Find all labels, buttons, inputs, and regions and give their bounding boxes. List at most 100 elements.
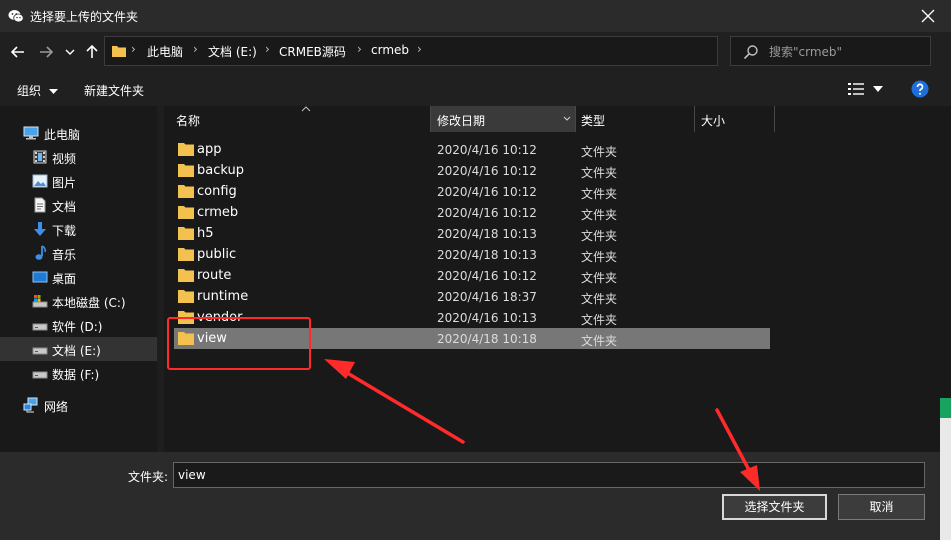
breadcrumb-crmeb[interactable]: crmeb	[371, 43, 409, 57]
sidebar-item-videos[interactable]: 视频	[0, 145, 157, 169]
file-modified: 2020/4/16 10:12	[437, 164, 537, 178]
breadcrumb-drive-e[interactable]: 文档 (E:)	[208, 43, 257, 60]
file-name: backup	[197, 163, 244, 178]
recent-locations-button[interactable]	[62, 42, 78, 62]
folder-name-input[interactable]	[173, 462, 925, 488]
wechat-icon	[8, 10, 24, 23]
file-type: 文件夹	[581, 292, 618, 306]
system-drive-icon	[32, 295, 48, 308]
file-type: 文件夹	[581, 208, 618, 222]
folder-icon	[178, 269, 194, 282]
picture-icon	[32, 174, 48, 188]
breadcrumb-crmeb-source[interactable]: CRMEB源码	[279, 43, 346, 60]
sidebar-item-label: 音乐	[52, 248, 77, 262]
sidebar-item-desktop[interactable]: 桌面	[0, 265, 157, 289]
sidebar-item-downloads[interactable]: 下载	[0, 217, 157, 241]
breadcrumb-separator[interactable]: ›	[357, 42, 362, 56]
column-header-name[interactable]: 名称	[170, 106, 430, 132]
close-button[interactable]	[905, 0, 951, 32]
table-row[interactable]: h5 2020/4/18 10:13 文件夹	[174, 223, 770, 244]
dialog-footer: 文件夹: 选择文件夹 取消	[0, 452, 951, 540]
file-modified: 2020/4/16 10:13	[437, 311, 537, 325]
background-window-edge	[940, 418, 951, 540]
folder-icon	[178, 185, 194, 198]
sidebar-item-drive-d[interactable]: 软件 (D:)	[0, 313, 157, 337]
video-icon	[33, 150, 47, 164]
column-filter-chevron-icon[interactable]	[563, 116, 571, 122]
table-row[interactable]: config 2020/4/16 10:12 文件夹	[174, 181, 770, 202]
column-header-modified[interactable]: 修改日期	[431, 106, 575, 132]
search-input[interactable]	[767, 41, 921, 63]
table-row[interactable]: crmeb 2020/4/16 10:12 文件夹	[174, 202, 770, 223]
caret-down-icon	[48, 88, 58, 94]
cancel-button[interactable]: 取消	[838, 494, 925, 520]
folder-icon	[178, 248, 194, 261]
organize-button[interactable]: 组织	[17, 82, 58, 99]
organize-label: 组织	[17, 84, 42, 98]
sidebar-item-music[interactable]: 音乐	[0, 241, 157, 265]
file-type: 文件夹	[581, 187, 618, 201]
arrow-left-icon	[10, 46, 24, 58]
column-header-label: 大小	[701, 114, 726, 128]
sidebar-item-drive-c[interactable]: 本地磁盘 (C:)	[0, 289, 157, 313]
sidebar-item-network[interactable]: 网络	[0, 393, 157, 417]
table-row[interactable]: route 2020/4/16 10:12 文件夹	[174, 265, 770, 286]
search-box[interactable]	[730, 36, 931, 66]
file-modified: 2020/4/16 10:12	[437, 206, 537, 220]
drive-icon	[32, 347, 48, 355]
file-modified: 2020/4/16 18:37	[437, 290, 537, 304]
table-row[interactable]: runtime 2020/4/16 18:37 文件夹	[174, 286, 770, 307]
file-modified: 2020/4/16 10:12	[437, 143, 537, 157]
breadcrumb-separator[interactable]: ›	[265, 42, 270, 56]
sidebar-item-drive-e[interactable]: 文档 (E:)	[0, 337, 157, 361]
up-button[interactable]	[82, 42, 102, 62]
column-separator[interactable]	[774, 106, 775, 132]
network-icon	[23, 397, 38, 413]
table-row[interactable]: backup 2020/4/16 10:12 文件夹	[174, 160, 770, 181]
select-folder-button[interactable]: 选择文件夹	[722, 494, 827, 520]
sidebar-item-label: 本地磁盘 (C:)	[52, 296, 126, 310]
breadcrumb-this-pc[interactable]: 此电脑	[147, 43, 183, 60]
chevron-down-icon	[65, 49, 75, 55]
sidebar-item-label: 文档	[52, 200, 77, 214]
forward-button[interactable]	[36, 42, 56, 62]
file-name: public	[197, 247, 237, 262]
file-name: config	[197, 184, 237, 199]
file-type: 文件夹	[581, 250, 618, 264]
sidebar-item-label: 下载	[52, 224, 77, 238]
help-icon[interactable]	[911, 80, 929, 98]
music-icon	[35, 245, 46, 260]
folder-icon	[178, 227, 194, 240]
back-button[interactable]	[8, 42, 28, 62]
address-bar[interactable]: › 此电脑 › 文档 (E:) › CRMEB源码 › crmeb ›	[104, 36, 805, 66]
title-bar: 选择要上传的文件夹	[0, 0, 951, 32]
sidebar-item-label: 图片	[52, 176, 77, 190]
file-name: runtime	[197, 289, 249, 304]
file-type: 文件夹	[581, 145, 618, 159]
breadcrumb-separator[interactable]: ›	[131, 42, 136, 56]
column-header-type[interactable]: 类型	[575, 106, 694, 132]
sidebar-item-label: 数据 (F:)	[52, 368, 100, 382]
command-bar: 组织 新建文件夹	[0, 72, 951, 106]
folder-name-label: 文件夹:	[128, 470, 169, 484]
sidebar-item-this-pc[interactable]: 此电脑	[0, 121, 157, 145]
new-folder-button[interactable]: 新建文件夹	[84, 82, 144, 99]
sidebar-item-pictures[interactable]: 图片	[0, 169, 157, 193]
file-modified: 2020/4/18 10:13	[437, 248, 537, 262]
column-header-label: 类型	[581, 114, 606, 128]
sidebar-item-documents[interactable]: 文档	[0, 193, 157, 217]
file-name: app	[197, 142, 222, 157]
table-row[interactable]: app 2020/4/16 10:12 文件夹	[174, 139, 770, 160]
table-row[interactable]: public 2020/4/18 10:13 文件夹	[174, 244, 770, 265]
view-dropdown-caret-icon[interactable]	[873, 85, 883, 93]
file-type: 文件夹	[581, 271, 618, 285]
folder-icon	[178, 206, 194, 219]
sidebar-item-drive-f[interactable]: 数据 (F:)	[0, 361, 157, 385]
breadcrumb-separator[interactable]: ›	[193, 42, 198, 56]
highlight-box	[167, 317, 311, 370]
pane-splitter[interactable]	[157, 106, 164, 452]
breadcrumb-separator[interactable]: ›	[417, 42, 422, 56]
view-options-icon[interactable]	[848, 82, 864, 96]
file-type: 文件夹	[581, 334, 618, 348]
column-header-size[interactable]: 大小	[695, 106, 774, 132]
